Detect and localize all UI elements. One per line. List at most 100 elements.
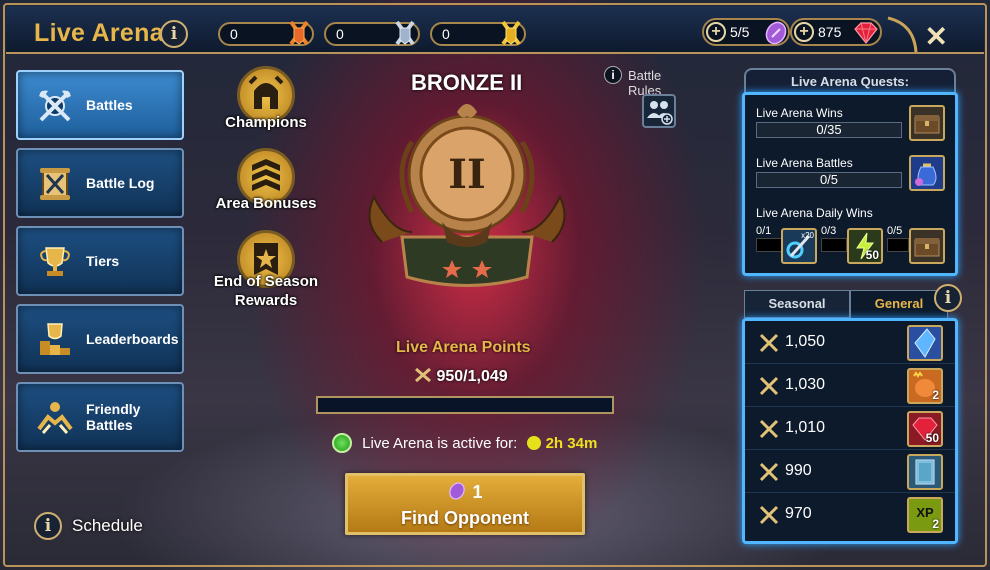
sidebar-item-label: Battle Log xyxy=(86,175,155,191)
crossed-swords-icon xyxy=(759,419,779,439)
arena-points-value: 950/1,049 xyxy=(414,367,508,386)
purple-token-icon xyxy=(449,482,466,500)
counter-value: 0 xyxy=(442,26,450,42)
info-icon: i xyxy=(604,66,622,84)
rank-numeral: II xyxy=(448,151,485,198)
tab-seasonal[interactable]: Seasonal xyxy=(744,290,850,318)
active-time: 2h 34m xyxy=(545,435,598,452)
find-cost-value: 1 xyxy=(472,482,483,502)
ruby-gem-icon[interactable]: 50 xyxy=(907,411,943,447)
token-value: 5/5 xyxy=(730,24,750,40)
crossed-swords-icon xyxy=(759,376,779,396)
add-tokens-button[interactable]: + xyxy=(706,22,726,42)
blue-shard-icon[interactable] xyxy=(907,325,943,361)
find-opponent-label: Find Opponent xyxy=(401,508,529,528)
arena-token-counter: + 5/5 xyxy=(702,18,790,46)
reward-qty: 2 xyxy=(932,388,939,402)
close-icon[interactable]: ✕ xyxy=(925,20,948,53)
title-info-icon[interactable]: i xyxy=(160,20,188,48)
reward-qty: x20 xyxy=(801,231,814,240)
find-opponent-button[interactable]: 1 Find Opponent xyxy=(345,473,585,535)
rank-title: BRONZE II xyxy=(411,70,523,95)
points-progress-bar xyxy=(316,396,614,414)
silver-crossed-swords-icon xyxy=(395,20,415,46)
energy-icon[interactable]: 50 xyxy=(847,228,883,264)
reward-points: 1,050 xyxy=(785,333,826,350)
reward-row: 1,010 50 xyxy=(745,407,955,450)
crossed-swords-icon xyxy=(759,333,779,353)
ornament-icon xyxy=(887,16,918,53)
daily-step-bar xyxy=(821,238,847,252)
active-label: Live Arena is active for: xyxy=(362,435,518,452)
top-bar: Live Arena i 0 0 0 + 5/5 + 875 ✕ xyxy=(6,6,984,54)
tome-icon[interactable] xyxy=(907,454,943,490)
reward-qty: 50 xyxy=(865,248,879,262)
status-green-icon xyxy=(332,433,352,453)
champions-label: Champions xyxy=(225,114,307,131)
bronze-rank-emblem: II xyxy=(368,104,566,287)
add-gems-button[interactable]: + xyxy=(794,22,814,42)
handshake-icon xyxy=(37,402,73,434)
trophy-cup-icon xyxy=(40,247,70,276)
xp-brew-icon[interactable]: XP 2 xyxy=(907,497,943,533)
daily-step-bar xyxy=(887,238,909,252)
trophy-podium-icon xyxy=(40,323,70,355)
counter-value: 0 xyxy=(230,26,238,42)
reward-row: 990 xyxy=(745,450,955,493)
multi-battle-icon[interactable]: x20 xyxy=(781,228,817,264)
arena-active-status: Live Arena is active for: 2h 34m xyxy=(332,433,597,455)
gold-crossed-swords-icon xyxy=(501,20,521,46)
sidebar-item-label: Friendly Battles xyxy=(86,401,141,433)
info-icon: i xyxy=(34,512,62,540)
sidebar-item-leaderboards[interactable]: Leaderboards xyxy=(16,304,184,374)
end-of-season-label: End of Season Rewards xyxy=(213,273,319,309)
quest-name: Live Arena Battles xyxy=(756,156,853,170)
champion-chicken-icon[interactable]: 2 xyxy=(907,368,943,404)
crossed-swords-icon xyxy=(759,462,779,482)
reward-points: 970 xyxy=(785,505,812,522)
schedule-button[interactable]: i Schedule xyxy=(34,512,152,540)
schedule-label: Schedule xyxy=(72,516,143,535)
rewards-list: 1,050 1,030 2 1,010 50 990 970 XP 2 xyxy=(742,318,958,544)
scroll-icon xyxy=(40,168,70,200)
quest-progress: 0/35 xyxy=(756,122,902,138)
reward-row: 970 XP 2 xyxy=(745,493,955,536)
reward-tabs: Seasonal General xyxy=(744,290,948,318)
crossed-swords-icon xyxy=(759,505,779,525)
ruby-gem-icon xyxy=(854,22,878,44)
find-cost: 1 xyxy=(348,481,582,503)
quest-name: Live Arena Daily Wins xyxy=(756,206,873,220)
quests-panel: Live Arena Wins 0/35 Live Arena Battles … xyxy=(742,92,958,276)
reward-row: 1,050 xyxy=(745,321,955,364)
page-title: Live Arena xyxy=(34,19,164,47)
reward-qty: 50 xyxy=(925,431,939,445)
daily-step: 0/3 xyxy=(821,225,837,237)
reward-points: 1,010 xyxy=(785,419,826,436)
pouch-icon[interactable] xyxy=(909,155,945,191)
gem-counter: + 875 xyxy=(790,18,882,46)
sidebar-item-battles[interactable]: Battles xyxy=(16,70,184,140)
reward-row: 1,030 2 xyxy=(745,364,955,407)
gem-value: 875 xyxy=(818,24,842,40)
sidebar-item-tiers[interactable]: Tiers xyxy=(16,226,184,296)
clock-icon xyxy=(527,436,542,450)
live-arena-screen: Live Arena i 0 0 0 + 5/5 + 875 ✕ Battles… xyxy=(0,0,990,570)
arena-points-title: Live Arena Points xyxy=(396,339,531,356)
sidebar-item-label: Leaderboards xyxy=(86,331,179,347)
sidebar-item-friendly-battles[interactable]: Friendly Battles xyxy=(16,382,184,452)
rewards-info-icon[interactable]: i xyxy=(934,284,962,312)
team-icon xyxy=(647,101,673,125)
team-setup-button[interactable] xyxy=(642,94,676,128)
sidebar-item-label: Tiers xyxy=(86,253,120,269)
chest-icon[interactable] xyxy=(909,105,945,141)
sidebar-item-label: Battles xyxy=(86,97,133,113)
crossed-swords-icon xyxy=(415,367,431,383)
orange-crossed-swords-icon xyxy=(289,20,309,46)
quest-progress: 0/5 xyxy=(756,172,902,188)
daily-step-bar xyxy=(756,238,782,252)
crossed-axes-icon xyxy=(39,90,71,122)
sidebar-item-battle-log[interactable]: Battle Log xyxy=(16,148,184,218)
chest-icon[interactable] xyxy=(909,228,945,264)
quest-name: Live Arena Wins xyxy=(756,106,843,120)
reward-points: 990 xyxy=(785,462,812,479)
